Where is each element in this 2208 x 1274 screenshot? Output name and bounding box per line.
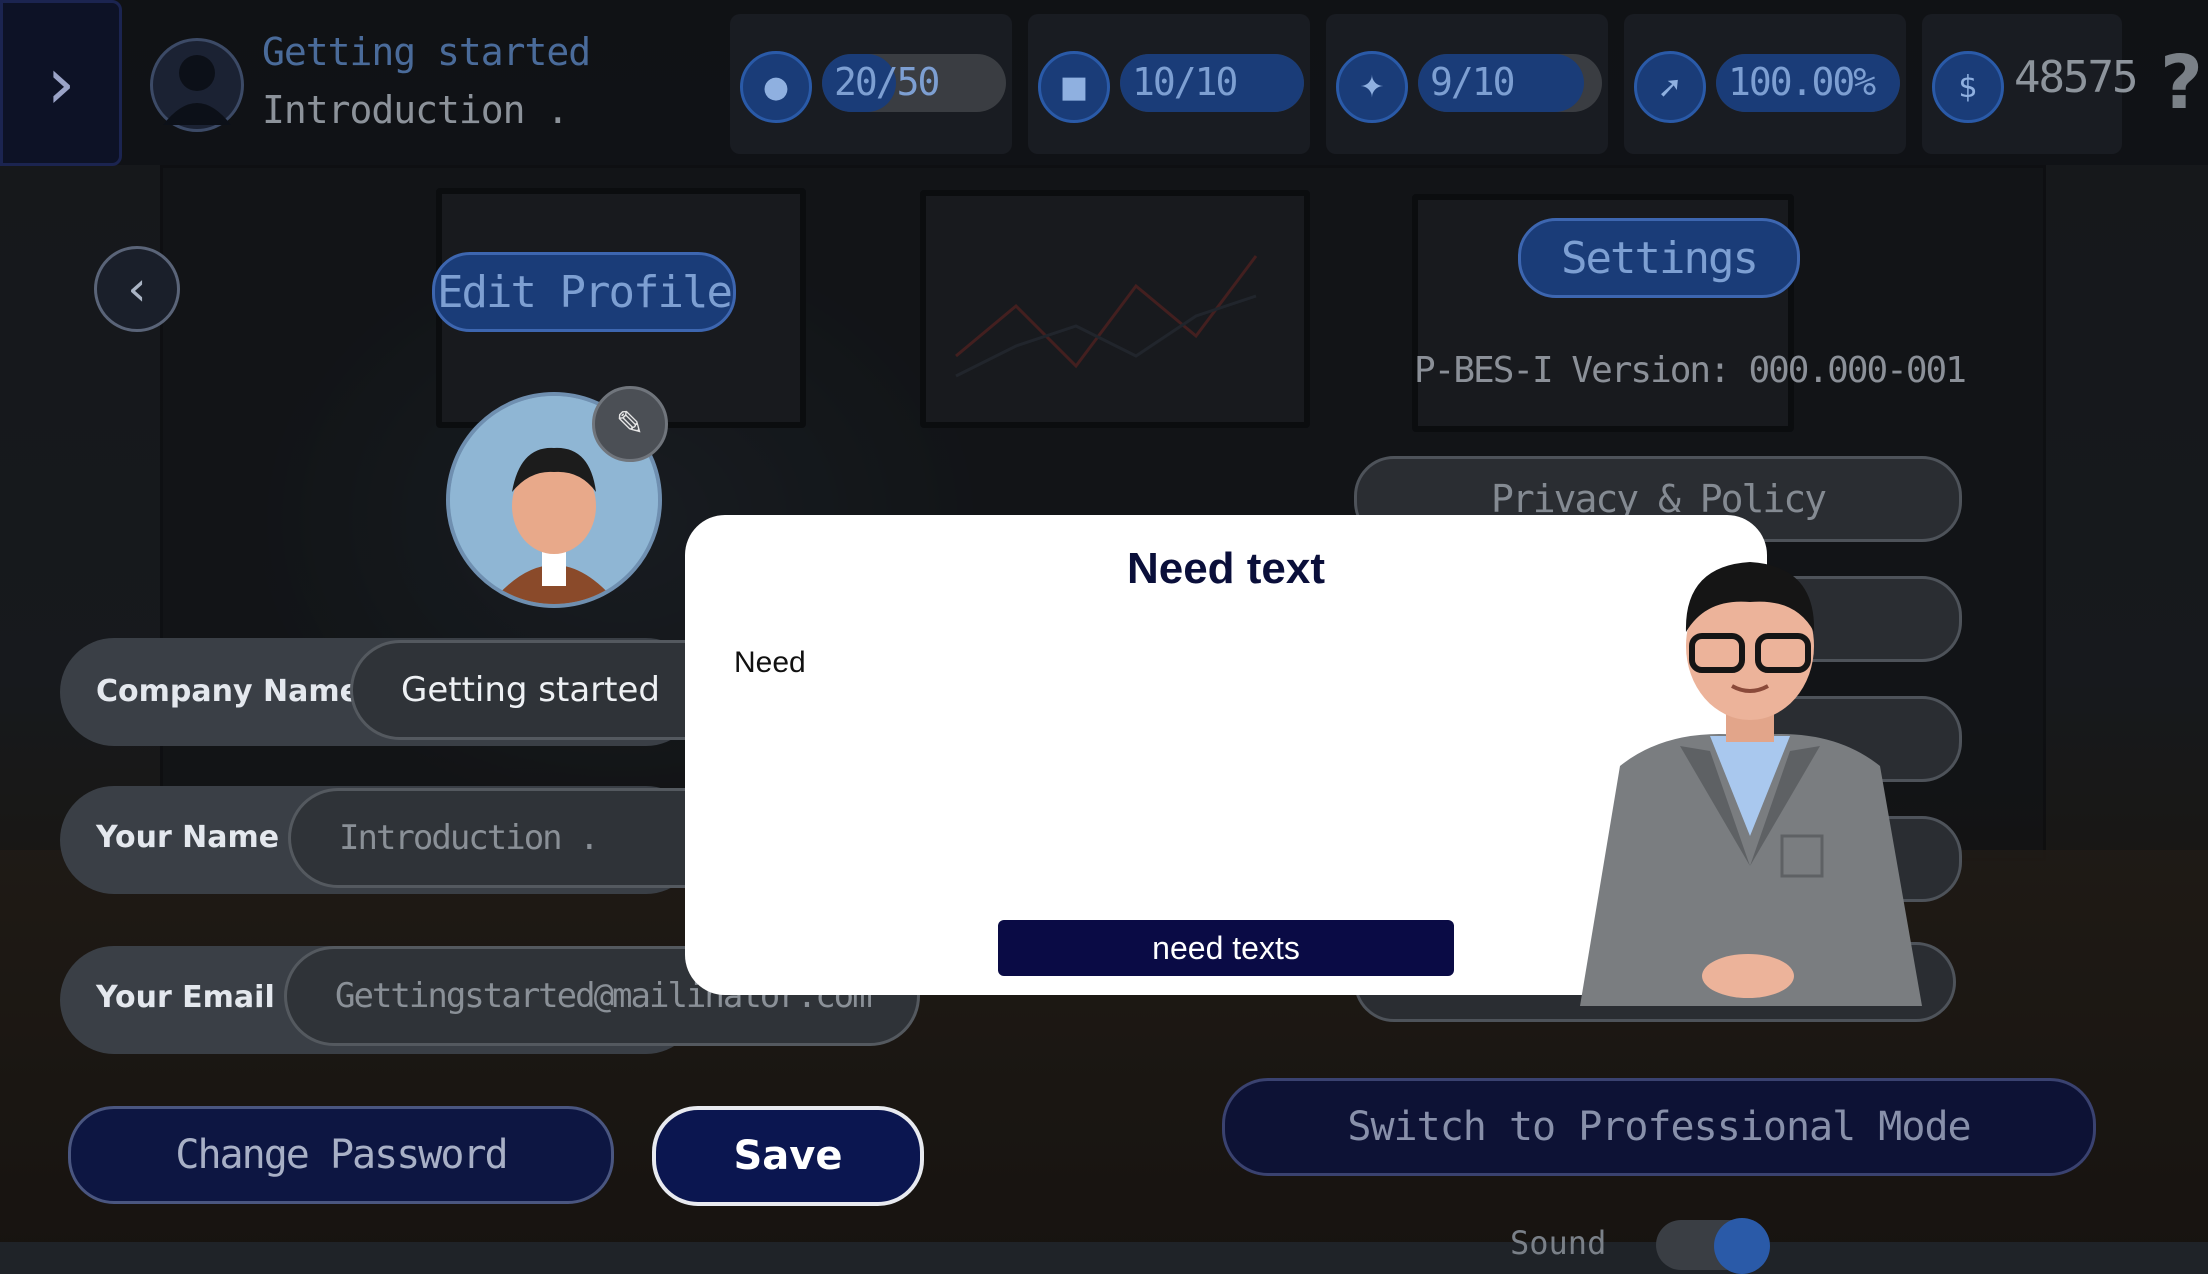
sound-toggle-knob	[1714, 1218, 1770, 1274]
coin-icon: $	[1932, 51, 2004, 123]
version-label: P-BES-I Version: 000.000-001	[1414, 350, 1967, 391]
pencil-icon: ✎	[615, 404, 645, 444]
chevron-left-icon: ‹	[127, 261, 147, 317]
edit-avatar-button[interactable]: ✎	[592, 386, 668, 462]
change-password-button[interactable]: Change Password	[68, 1106, 614, 1204]
handshake-icon: ✦	[1336, 51, 1408, 123]
email-field-label: Your Email	[96, 980, 275, 1015]
menu-toggle-button[interactable]: ›	[0, 0, 122, 166]
edit-profile-heading: Edit Profile	[432, 252, 736, 332]
back-button[interactable]: ‹	[94, 246, 180, 332]
stat-value: 100.00%	[1728, 60, 1876, 104]
stat-deals[interactable]: ✦ 9/10	[1326, 14, 1608, 154]
stat-employees[interactable]: ● 20/50	[730, 14, 1012, 154]
settings-heading: Settings	[1518, 218, 1800, 298]
company-title: Getting started	[262, 30, 591, 74]
briefcase-icon: ■	[1038, 51, 1110, 123]
save-button[interactable]: Save	[652, 1106, 924, 1206]
stat-bar: 9/10	[1418, 54, 1602, 112]
dialog-action-button[interactable]: need texts	[998, 920, 1454, 976]
name-field-label: Your Name	[96, 820, 280, 855]
switch-professional-mode-button[interactable]: Switch to Professional Mode	[1222, 1078, 2096, 1176]
user-avatar[interactable]	[150, 38, 244, 132]
sound-label: Sound	[1510, 1224, 1607, 1262]
person-silhouette-icon	[163, 55, 231, 125]
help-button[interactable]: ?	[2160, 40, 2203, 126]
stat-bar: 100.00%	[1716, 54, 1900, 112]
stat-value: 20/50	[834, 60, 940, 104]
player-subtitle: Introduction .	[262, 88, 569, 132]
dialog-body: Need	[734, 646, 806, 679]
stat-value: 9/10	[1430, 60, 1516, 104]
person-icon: ●	[740, 51, 812, 123]
stat-performance[interactable]: ➚ 100.00%	[1624, 14, 1906, 154]
stat-projects[interactable]: ■ 10/10	[1028, 14, 1310, 154]
company-field-label: Company Name	[96, 674, 360, 709]
chevron-right-icon: ›	[46, 41, 76, 125]
coin-balance: 48575	[2014, 52, 2138, 103]
stat-bar: 20/50	[822, 54, 1006, 112]
stat-bar: 10/10	[1120, 54, 1304, 112]
guide-character	[1580, 562, 1922, 1006]
rocket-icon: ➚	[1634, 51, 1706, 123]
stat-value: 10/10	[1132, 60, 1238, 104]
